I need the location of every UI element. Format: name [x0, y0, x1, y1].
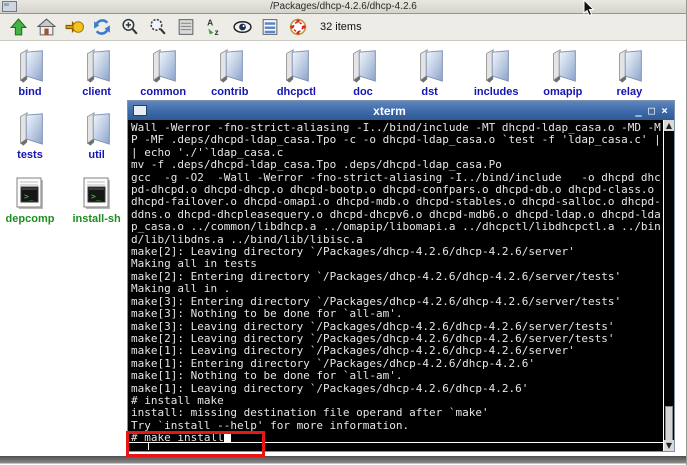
xterm-window: xterm _ □ × Wall -Werror -fno-strict-ali…	[127, 100, 675, 452]
svg-text:A: A	[207, 17, 213, 27]
folder-item-relay[interactable]: relay	[596, 45, 662, 98]
folder-item-common[interactable]: common	[130, 45, 196, 98]
icon-label: client	[82, 86, 111, 98]
svg-text:>_: >_	[24, 192, 34, 201]
items-count-label: 32 items	[320, 21, 362, 33]
terminal-output[interactable]: Wall -Werror -fno-strict-aliasing -I../b…	[128, 120, 663, 443]
window-icon	[2, 1, 17, 12]
folder-icon	[0, 45, 63, 85]
icon-label: includes	[473, 86, 519, 98]
list-view-icon[interactable]	[174, 16, 198, 38]
desktop: /Packages/dhcp-4.2.6/dhcp-4.2.6 Az 32 it…	[0, 0, 687, 465]
icon-label: install-sh	[72, 213, 121, 225]
svg-text:>_: >_	[91, 192, 101, 201]
folder-icon	[463, 45, 529, 85]
scroll-down-icon[interactable]: ▼	[664, 440, 674, 451]
terminal-line: p_casa.o ../common/libdhcp.a ../omapip/l…	[131, 220, 661, 234]
icon-label: relay	[616, 86, 643, 98]
folder-item-clipped[interactable]	[663, 45, 686, 85]
bottom-panel-bar	[0, 456, 686, 464]
script-file-icon: >_	[64, 176, 130, 212]
xterm-titlebar[interactable]: xterm _ □ ×	[128, 101, 674, 120]
terminal-line: make[1]: Leaving directory `/Packages/dh…	[131, 344, 575, 358]
icon-label: bind	[18, 86, 42, 98]
xterm-scrollbar[interactable]: ▲ ▼	[663, 120, 674, 451]
zoom-in-icon[interactable]	[118, 16, 142, 38]
icon-label: dhcpctl	[276, 86, 316, 98]
folder-item-client[interactable]: client	[64, 45, 130, 98]
close-button[interactable]: ×	[658, 101, 671, 120]
file-item-depcomp[interactable]: >_depcomp	[0, 176, 63, 225]
window-title: /Packages/dhcp-4.2.6/dhcp-4.2.6	[270, 1, 417, 12]
terminal-line: Making all in tests	[131, 257, 257, 271]
terminal-line: make[1]: Nothing to be done for `all-am'…	[131, 369, 403, 383]
toolbar-icons: Az	[6, 16, 314, 38]
file-item-install-sh[interactable]: >_ install-sh	[64, 176, 130, 225]
script-file-icon: >_	[0, 176, 63, 212]
refresh-icon[interactable]	[90, 16, 114, 38]
folder-icon	[64, 108, 130, 148]
folder-item-contrib[interactable]: contrib	[197, 45, 263, 98]
folder-icon	[0, 108, 63, 148]
icon-label: depcomp	[5, 213, 55, 225]
up-icon[interactable]	[6, 16, 30, 38]
folder-icon	[197, 45, 263, 85]
folder-icon	[596, 45, 662, 85]
terminal-line: install: missing destination file operan…	[131, 406, 489, 420]
folder-item-doc[interactable]: doc	[330, 45, 396, 98]
icon-label: util	[88, 149, 105, 161]
folder-icon	[64, 45, 130, 85]
select-all-icon[interactable]	[286, 16, 310, 38]
icon-label: omapip	[543, 86, 583, 98]
folder-item-dst[interactable]: dst	[397, 45, 463, 98]
folder-item-omapip[interactable]: omapip	[530, 45, 596, 98]
details-view-icon[interactable]	[258, 16, 282, 38]
folder-icon	[263, 45, 329, 85]
terminal-line: Making all in .	[131, 282, 231, 296]
folder-icon	[397, 45, 463, 85]
xterm-menu-icon[interactable]	[133, 105, 147, 116]
folder-icon	[330, 45, 396, 85]
terminal-line: P -MF .deps/dhcpd-ldap_casa.Tpo -c -o dh…	[131, 133, 661, 147]
xterm-title: xterm	[373, 103, 406, 118]
icon-label: dst	[421, 86, 438, 98]
maximize-button[interactable]: □	[645, 101, 658, 120]
icon-label: tests	[17, 149, 43, 161]
folder-item-includes[interactable]: includes	[463, 45, 529, 98]
terminal-line: dhcpd-failover.o dhcpd-omapi.o dhcpd-mdb…	[131, 195, 661, 209]
folder-icon	[663, 45, 686, 85]
folder-item-dhcpctl[interactable]: dhcpctl	[263, 45, 329, 98]
mouse-cursor	[583, 0, 595, 22]
home-icon[interactable]	[34, 16, 58, 38]
icon-label: contrib	[211, 86, 249, 98]
folder-item-bind[interactable]: bind	[0, 45, 63, 98]
zoom-out-icon[interactable]	[146, 16, 170, 38]
minimize-button[interactable]: _	[632, 101, 645, 120]
terminal-line: mv -f .deps/dhcpd-ldap_casa.Tpo .deps/dh…	[131, 158, 502, 172]
scroll-up-icon[interactable]: ▲	[664, 120, 674, 131]
sort-az-icon[interactable]: Az	[202, 16, 226, 38]
scrollbar-thumb[interactable]	[665, 406, 673, 444]
folder-item-tests[interactable]: tests	[0, 108, 63, 161]
icon-label: doc	[353, 86, 373, 98]
icon-label: common	[140, 86, 187, 98]
show-hidden-eye-icon[interactable]	[230, 16, 254, 38]
annotation-highlight-box	[126, 431, 265, 457]
folder-icon	[130, 45, 196, 85]
folder-icon	[530, 45, 596, 85]
terminal-line: make[3]: Nothing to be done for `all-am'…	[131, 307, 403, 321]
svg-text:z: z	[215, 27, 219, 37]
folder-item-util[interactable]: util	[64, 108, 130, 161]
go-icon[interactable]	[62, 16, 86, 38]
